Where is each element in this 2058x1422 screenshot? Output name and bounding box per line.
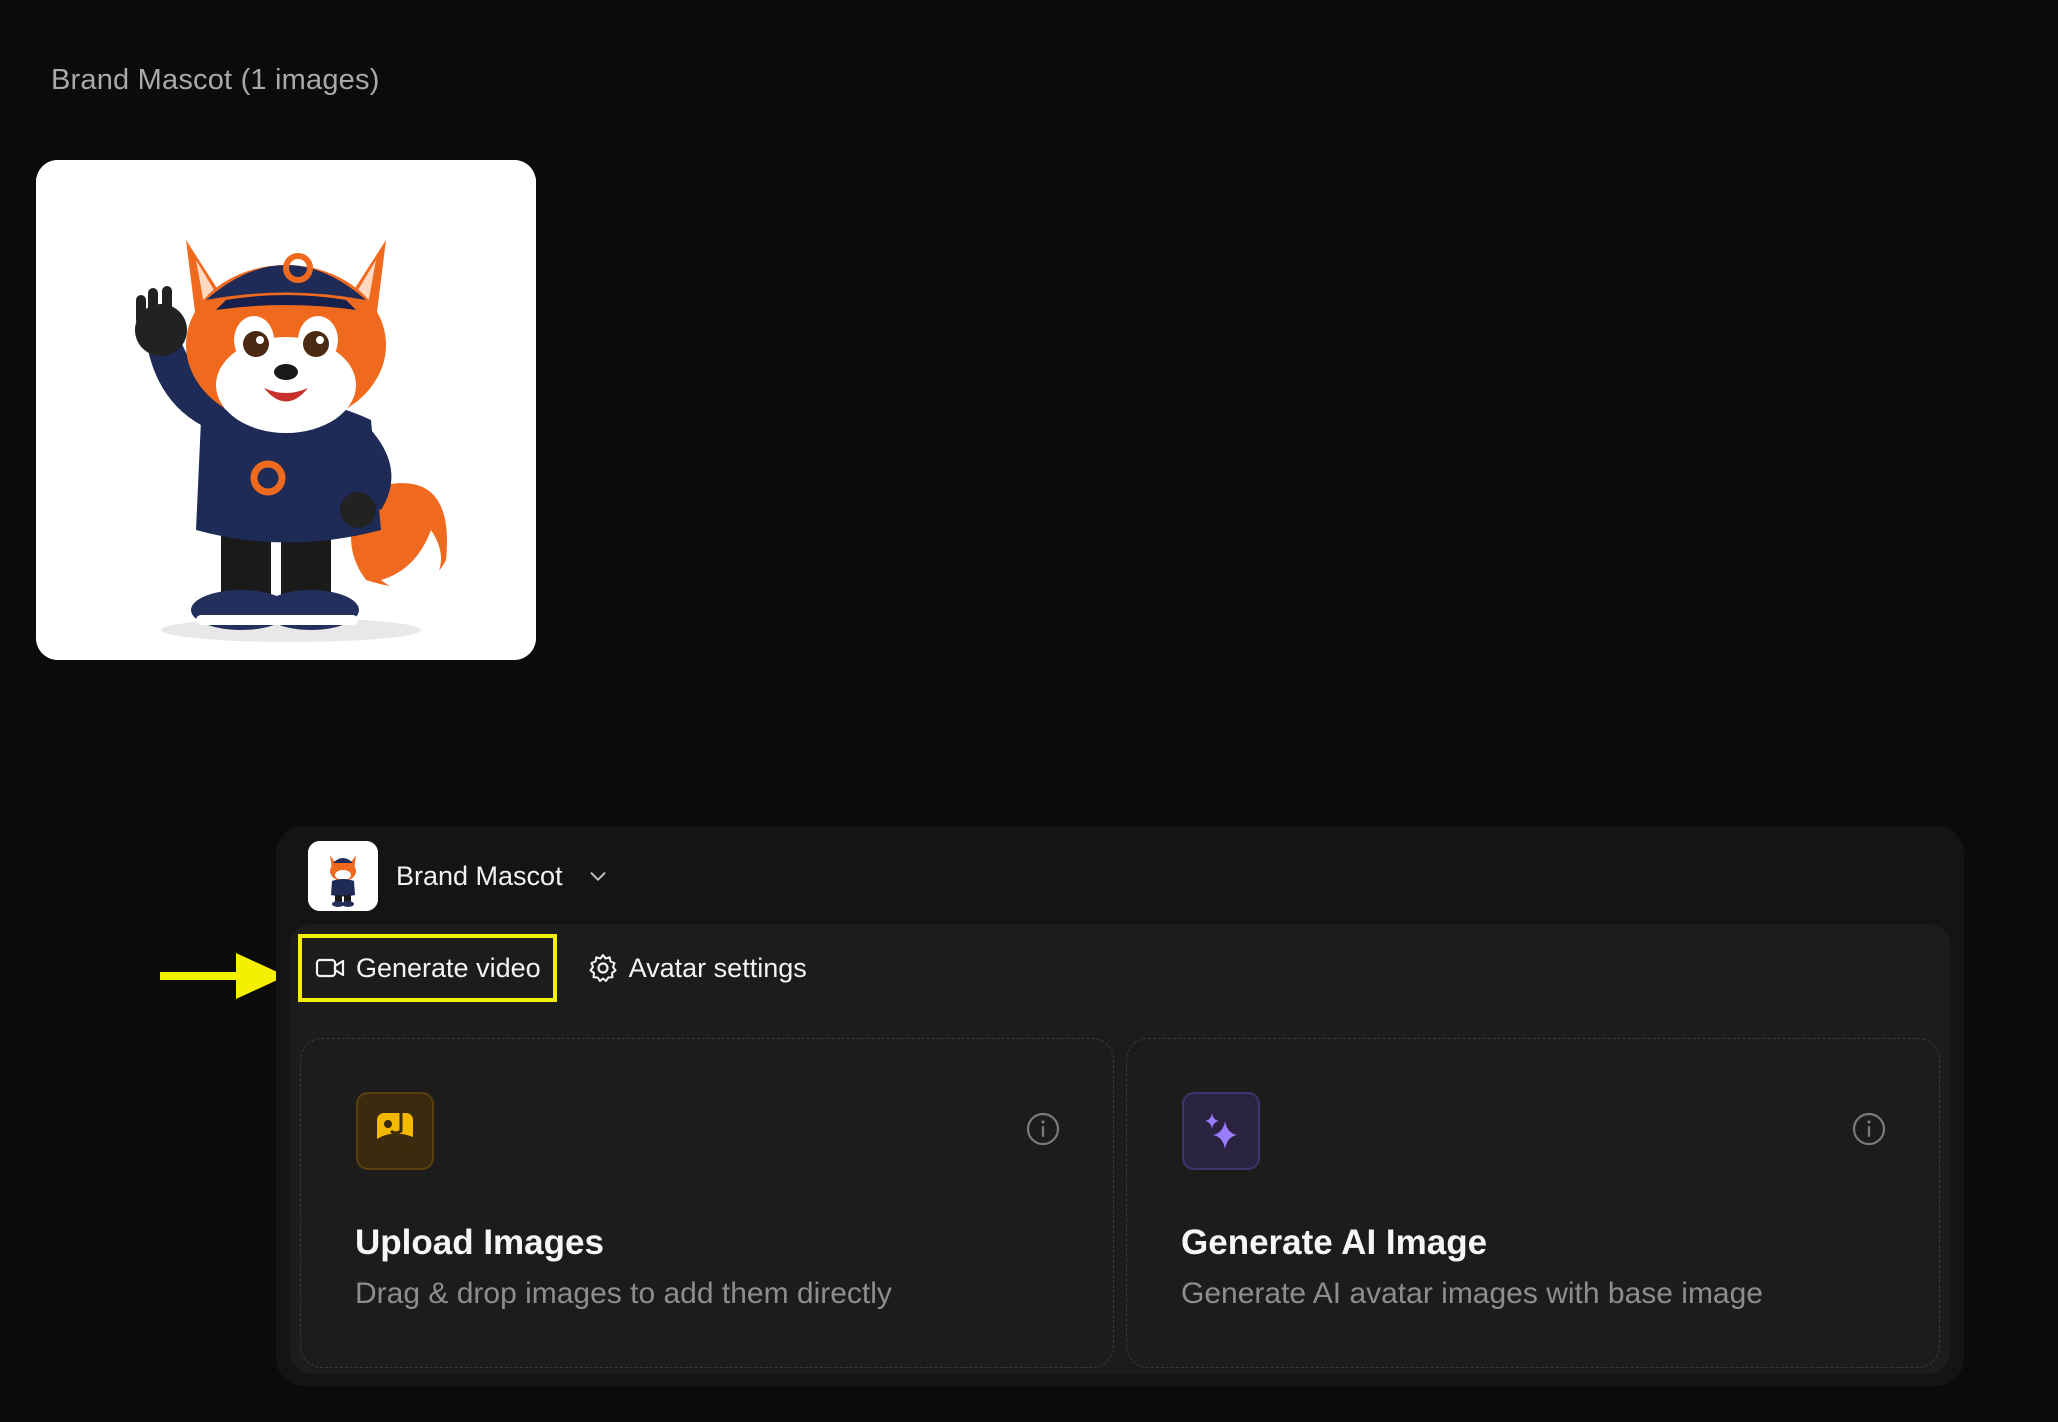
- tab-generate-video[interactable]: Generate video: [298, 934, 557, 1002]
- gallery-title: Brand Mascot (1 images): [51, 64, 380, 96]
- avatar-thumbnail: [308, 841, 378, 911]
- page: Brand Mascot (1 images) Brand Mascot Gen…: [0, 0, 2058, 1422]
- avatar-selector[interactable]: Brand Mascot: [308, 840, 609, 912]
- tab-label: Avatar settings: [628, 952, 807, 983]
- chevron-down-icon: [590, 872, 606, 881]
- avatar-actions-area: Generate video Avatar settings Upload Im…: [290, 924, 1950, 1374]
- card-title: Upload Images: [355, 1223, 604, 1262]
- info-icon[interactable]: [1025, 1111, 1061, 1147]
- arrow-pointer-icon: [160, 953, 286, 999]
- image-upload-icon: [356, 1092, 434, 1170]
- sparkle-icon: [1182, 1092, 1260, 1170]
- fox-mascot-image: [36, 160, 536, 660]
- card-description: Drag & drop images to add them directly: [355, 1277, 892, 1310]
- tab-avatar-settings[interactable]: Avatar settings: [573, 936, 821, 1000]
- upload-images-card[interactable]: Upload Images Drag & drop images to add …: [300, 1038, 1114, 1368]
- card-title: Generate AI Image: [1181, 1223, 1488, 1262]
- card-description: Generate AI avatar images with base imag…: [1181, 1277, 1763, 1310]
- generate-ai-image-card[interactable]: Generate AI Image Generate AI avatar ima…: [1126, 1038, 1940, 1368]
- mascot-image-card[interactable]: [36, 160, 536, 660]
- gear-icon: [589, 954, 617, 982]
- tab-label: Generate video: [356, 952, 541, 983]
- video-camera-icon: [315, 958, 345, 978]
- avatar-panel: Brand Mascot Generate video Avatar setti…: [276, 826, 1964, 1386]
- tab-bar: Generate video Avatar settings: [298, 934, 821, 1002]
- avatar-name: Brand Mascot: [396, 860, 563, 891]
- action-cards: Upload Images Drag & drop images to add …: [300, 1038, 1940, 1368]
- info-icon[interactable]: [1851, 1111, 1887, 1147]
